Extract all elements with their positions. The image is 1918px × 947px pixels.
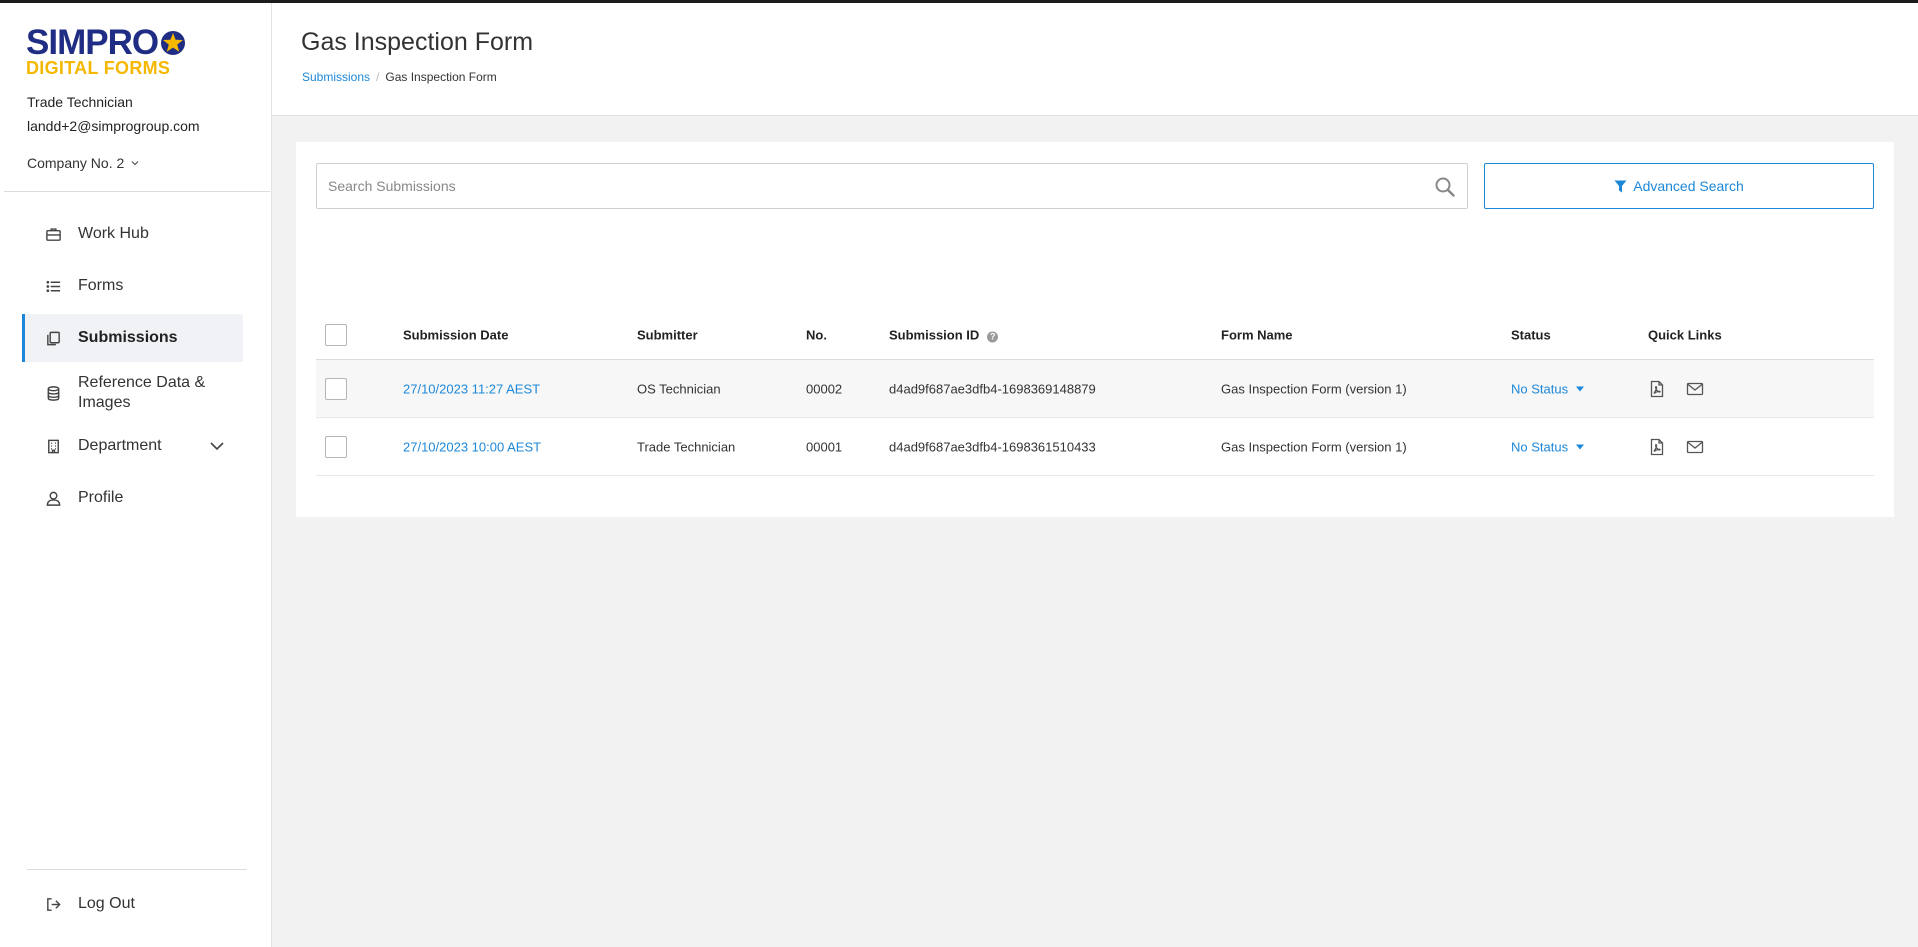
- building-icon: [44, 437, 62, 455]
- logout-label: Log Out: [78, 895, 135, 912]
- app-logo[interactable]: SIMPRO DIGITAL FORMS: [26, 23, 187, 78]
- user-role: Trade Technician: [27, 94, 133, 110]
- database-icon: [44, 384, 62, 402]
- copy-icon: [44, 329, 62, 347]
- user-email: landd+2@simprogroup.com: [27, 118, 200, 134]
- pdf-icon[interactable]: [1648, 438, 1666, 456]
- column-header-no[interactable]: No.: [806, 327, 827, 342]
- status-label: No Status: [1511, 439, 1569, 454]
- email-icon[interactable]: [1686, 380, 1704, 398]
- sidebar-nav: Work Hub Forms Submissions Reference Dat…: [22, 210, 243, 526]
- logout-icon: [44, 895, 62, 913]
- pdf-icon[interactable]: [1648, 380, 1666, 398]
- sidebar-divider: [4, 191, 270, 192]
- column-header-form-name[interactable]: Form Name: [1221, 327, 1293, 342]
- sidebar-divider: [27, 869, 247, 870]
- form-name-cell: Gas Inspection Form (version 1): [1221, 439, 1407, 454]
- sidebar: SIMPRO DIGITAL FORMS Trade Technician la…: [0, 3, 272, 947]
- search-input[interactable]: Search Submissions: [316, 163, 1468, 209]
- number-cell: 00001: [806, 439, 843, 454]
- column-header-submitter[interactable]: Submitter: [637, 327, 698, 342]
- table-row: 27/10/2023 10:00 AEST Trade Technician 0…: [316, 418, 1874, 476]
- sidebar-item-submissions[interactable]: Submissions: [22, 314, 243, 362]
- select-all-checkbox[interactable]: [325, 323, 347, 346]
- column-header-submission-id: Submission ID?: [889, 327, 999, 342]
- page-header: Gas Inspection Form Submissions / Gas In…: [272, 3, 1918, 116]
- help-icon[interactable]: ?: [987, 331, 999, 342]
- logo-subtitle: DIGITAL FORMS: [26, 58, 171, 78]
- submitter-cell: OS Technician: [637, 381, 721, 396]
- caret-down-icon: [1576, 444, 1585, 449]
- breadcrumb-current: Gas Inspection Form: [385, 70, 497, 84]
- list-icon: [44, 277, 62, 295]
- company-selector[interactable]: Company No. 2: [27, 155, 140, 171]
- email-icon[interactable]: [1686, 438, 1704, 456]
- submissions-table: Submission Date Submitter No. Submission…: [316, 310, 1874, 476]
- column-header-status[interactable]: Status: [1511, 327, 1551, 342]
- page-title: Gas Inspection Form: [301, 28, 534, 56]
- table-header-row: Submission Date Submitter No. Submission…: [316, 310, 1874, 360]
- sidebar-item-forms[interactable]: Forms: [22, 262, 243, 310]
- submitter-cell: Trade Technician: [637, 439, 736, 454]
- breadcrumb: Submissions / Gas Inspection Form: [302, 70, 497, 84]
- breadcrumb-link-submissions[interactable]: Submissions: [302, 70, 370, 84]
- advanced-search-label: Advanced Search: [1633, 178, 1744, 194]
- user-icon: [44, 489, 62, 507]
- status-label: No Status: [1511, 381, 1569, 396]
- row-checkbox[interactable]: [325, 377, 347, 400]
- submissions-panel: Search Submissions Advanced Search Submi…: [296, 142, 1894, 517]
- sidebar-item-reference-data[interactable]: Reference Data & Images: [22, 366, 243, 420]
- caret-down-icon: [1576, 386, 1585, 391]
- column-header-quick-links: Quick Links: [1648, 327, 1722, 342]
- quick-links: [1648, 438, 1704, 456]
- breadcrumb-separator: /: [376, 70, 380, 84]
- sidebar-item-work-hub[interactable]: Work Hub: [22, 210, 243, 258]
- column-header-submission-date[interactable]: Submission Date: [403, 327, 508, 342]
- sidebar-item-label: Submissions: [78, 329, 178, 346]
- form-name-cell: Gas Inspection Form (version 1): [1221, 381, 1407, 396]
- submission-date-link[interactable]: 27/10/2023 10:00 AEST: [403, 439, 541, 454]
- submission-id-cell: d4ad9f687ae3dfb4-1698369148879: [889, 381, 1096, 396]
- briefcase-icon: [44, 225, 62, 243]
- submission-id-cell: d4ad9f687ae3dfb4-1698361510433: [889, 439, 1096, 454]
- sidebar-item-label: Forms: [78, 277, 124, 294]
- chevron-down-icon: [210, 442, 224, 451]
- advanced-search-button[interactable]: Advanced Search: [1484, 163, 1874, 209]
- search-placeholder: Search Submissions: [328, 178, 456, 194]
- column-header-submission-id-label[interactable]: Submission ID: [889, 327, 979, 342]
- logo-wordmark: SIMPRO: [26, 23, 159, 62]
- sidebar-item-label: Work Hub: [78, 225, 149, 242]
- status-dropdown[interactable]: No Status: [1511, 381, 1585, 396]
- filter-icon: [1614, 180, 1627, 192]
- sidebar-item-label: Reference Data & Images: [78, 374, 206, 411]
- submission-date-link[interactable]: 27/10/2023 11:27 AEST: [403, 381, 540, 396]
- company-name: Company No. 2: [27, 155, 125, 171]
- number-cell: 00002: [806, 381, 843, 396]
- sidebar-item-profile[interactable]: Profile: [22, 474, 243, 522]
- search-icon[interactable]: [1434, 176, 1456, 198]
- sidebar-item-label: Profile: [78, 489, 124, 506]
- status-dropdown[interactable]: No Status: [1511, 439, 1585, 454]
- chevron-down-icon: [131, 161, 139, 166]
- logout-button[interactable]: Log Out: [22, 880, 243, 928]
- sidebar-item-label: Department: [78, 437, 162, 454]
- row-checkbox[interactable]: [325, 435, 347, 458]
- quick-links: [1648, 380, 1704, 398]
- table-row: 27/10/2023 11:27 AEST OS Technician 0000…: [316, 360, 1874, 418]
- logo-star-icon: [161, 31, 186, 55]
- sidebar-item-department[interactable]: Department: [22, 422, 243, 470]
